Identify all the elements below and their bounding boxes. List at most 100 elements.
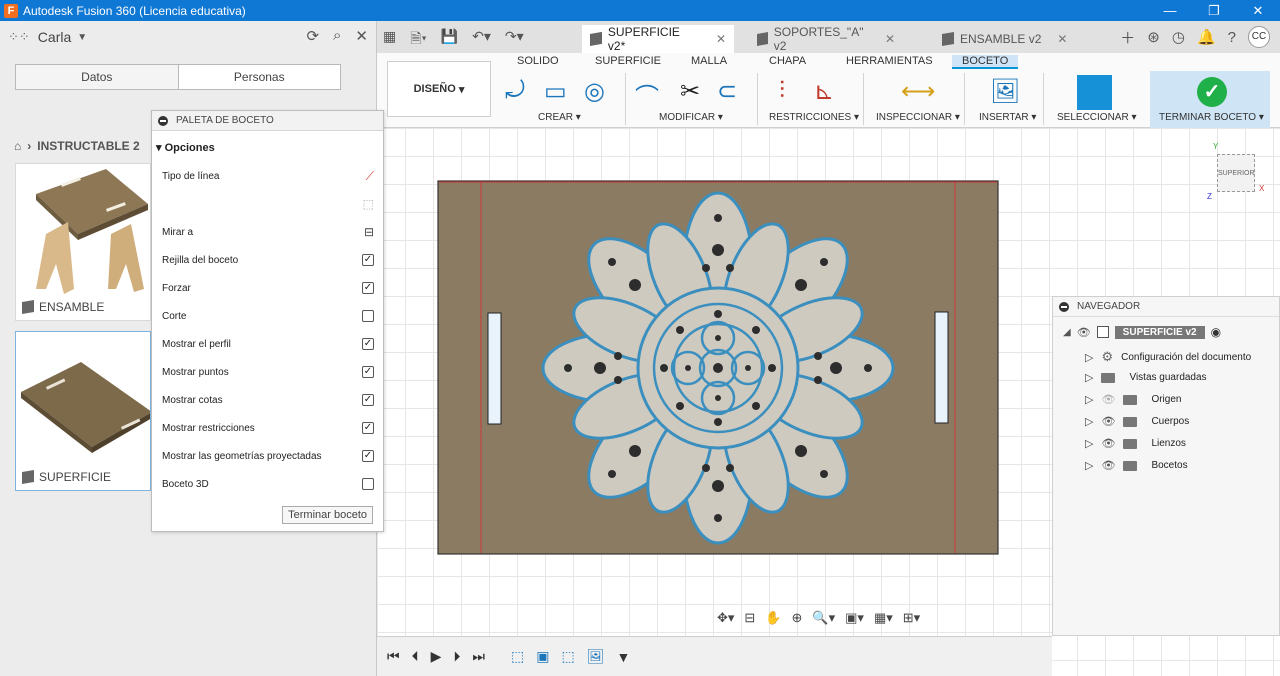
finish-sketch-button[interactable]: Terminar boceto (282, 506, 373, 524)
step-back-icon[interactable]: ⏴ (412, 648, 419, 665)
close-tab-icon[interactable]: ✕ (1057, 32, 1067, 46)
user-name[interactable]: Carla (38, 29, 71, 45)
help-icon[interactable]: ? (1228, 29, 1236, 46)
expand-triangle-icon[interactable]: ▷ (1085, 437, 1093, 450)
visibility-eye-icon[interactable]: 👁 (1101, 415, 1115, 428)
finish-sketch-check-icon[interactable]: ✓ (1197, 77, 1227, 107)
construction-line-icon[interactable]: ⟋ (366, 169, 374, 184)
select-tool-icon[interactable] (1077, 75, 1112, 110)
group-seleccionar[interactable]: SELECCIONAR ▾ (1057, 112, 1137, 123)
chevron-down-icon[interactable]: ▼ (77, 32, 87, 43)
close-icon[interactable]: ✕ (355, 27, 368, 45)
expand-triangle-icon[interactable]: ◢ (1063, 327, 1071, 338)
doc-tab-soportes[interactable]: SOPORTES_"A" v2 ✕ (749, 25, 903, 53)
group-terminar-boceto[interactable]: TERMINAR BOCETO ▾ (1159, 112, 1264, 123)
trim-scissors-icon[interactable]: ✂ (680, 77, 700, 106)
home-icon[interactable]: ⌂ (14, 139, 21, 153)
fit-icon[interactable]: 🔍▾ (812, 610, 835, 626)
expand-triangle-icon[interactable]: ▷ (1085, 371, 1093, 384)
palette-row-geometrias-proyectadas[interactable]: Mostrar las geometrías proyectadas ✓ (162, 447, 374, 465)
navigator-root-label[interactable]: SUPERFICIE v2 (1114, 325, 1205, 339)
doc-tab-superficie[interactable]: SUPERFICIE v2* ✕ (582, 25, 734, 53)
breadcrumb-project[interactable]: INSTRUCTABLE 2 (37, 139, 139, 153)
tab-malla[interactable]: MALLA (691, 55, 727, 67)
close-tab-icon[interactable]: ✕ (885, 32, 895, 46)
visibility-eye-icon[interactable]: 👁 (1101, 437, 1115, 450)
group-restricciones[interactable]: RESTRICCIONES ▾ (769, 112, 859, 123)
checkbox-forzar[interactable]: ✓ (362, 282, 374, 294)
group-inspeccionar[interactable]: INSPECCIONAR ▾ (876, 112, 960, 123)
insert-image-icon[interactable]: 🖼 (990, 77, 1020, 106)
step-forward-icon[interactable]: ⏵ (453, 648, 460, 665)
coincident-constraint-icon[interactable]: ⫶ (779, 77, 785, 105)
navigator-item-configuracion[interactable]: ▷ ⚙ Configuración del documento (1085, 349, 1251, 365)
visibility-eye-icon[interactable]: 👁 (1077, 326, 1091, 339)
tab-solido[interactable]: SOLIDO (517, 55, 559, 67)
timeline-canvas-icon[interactable]: 🖼 (587, 648, 605, 665)
new-tab-icon[interactable]: ＋ (1120, 27, 1135, 48)
palette-row-forzar[interactable]: Forzar ✓ (162, 279, 374, 297)
navigator-root[interactable]: ◢ 👁 SUPERFICIE v2 ◉ (1063, 325, 1221, 339)
group-modificar[interactable]: MODIFICAR ▾ (659, 112, 723, 123)
tab-chapa[interactable]: CHAPA (769, 55, 806, 67)
expand-triangle-icon[interactable]: ▷ (1085, 415, 1093, 428)
tab-superficie[interactable]: SUPERFICIE (595, 55, 661, 67)
timeline-marker-icon[interactable]: ▼ (616, 649, 630, 665)
navigator-item-cuerpos[interactable]: ▷ 👁 Cuerpos (1085, 415, 1189, 428)
group-crear[interactable]: CREAR ▾ (538, 112, 581, 123)
team-icon[interactable]: ⁘⁘ (8, 29, 30, 45)
palette-row-mostrar-puntos[interactable]: Mostrar puntos ✓ (162, 363, 374, 381)
timeline-sketch-icon[interactable]: ⬚ (561, 648, 574, 665)
palette-row-mostrar-restricciones[interactable]: Mostrar restricciones ✓ (162, 419, 374, 437)
go-to-end-icon[interactable]: ⏭ (472, 648, 485, 665)
collapse-icon[interactable] (1059, 301, 1069, 312)
centerline-icon[interactable]: ⬚ (363, 197, 374, 211)
visibility-eye-icon[interactable]: 👁 (1101, 459, 1115, 472)
viewcube-face[interactable]: SUPERIOR (1217, 154, 1255, 192)
search-icon[interactable]: ⌕ (333, 27, 341, 45)
line-tool-icon[interactable]: ⤾ (505, 77, 525, 105)
fillet-tool-icon[interactable]: ⌒ (635, 77, 659, 112)
checkbox-geometrias-proyectadas[interactable]: ✓ (362, 450, 374, 462)
palette-row-mostrar-perfil[interactable]: Mostrar el perfil ✓ (162, 335, 374, 353)
refresh-icon[interactable]: ⟳ (306, 27, 319, 45)
tab-herramientas[interactable]: HERRAMIENTAS (846, 55, 933, 67)
orbit-icon[interactable]: ✥▾ (717, 610, 734, 626)
palette-row-corte[interactable]: Corte (162, 307, 374, 325)
save-icon[interactable]: 💾 (441, 28, 458, 52)
zoom-icon[interactable]: ⊕ (792, 610, 803, 626)
play-icon[interactable]: ▶ (431, 648, 442, 665)
redo-icon[interactable]: ↷▾ (505, 28, 524, 52)
circle-tool-icon[interactable]: ◎ (584, 77, 605, 106)
navigator-item-vistas[interactable]: ▷ Vistas guardadas (1085, 371, 1207, 384)
navigator-item-origen[interactable]: ▷ 👁 Origen (1085, 393, 1181, 406)
navigator-header[interactable]: NAVEGADOR (1053, 297, 1279, 317)
file-card-ensamble[interactable]: ENSAMBLE (15, 163, 151, 321)
checkbox-mostrar-puntos[interactable]: ✓ (362, 366, 374, 378)
look-at-icon[interactable]: ⊟ (364, 225, 374, 239)
navigator-item-bocetos[interactable]: ▷ 👁 Bocetos (1085, 459, 1188, 472)
workspace-switcher[interactable]: DISEÑO ▾ (387, 61, 491, 117)
offset-tool-icon[interactable]: ⊂ (717, 77, 737, 106)
activate-radio-icon[interactable]: ◉ (1211, 325, 1221, 339)
palette-row-centerline[interactable]: ⬚ (162, 195, 374, 213)
palette-row-tipo-de-linea[interactable]: Tipo de línea ⟋ (162, 167, 374, 185)
palette-section-opciones[interactable]: ▾ Opciones (152, 131, 383, 154)
checkbox-boceto-3d[interactable] (362, 478, 374, 490)
viewports-icon[interactable]: ⊞▾ (903, 610, 920, 626)
display-settings-icon[interactable]: ▣▾ (845, 610, 864, 626)
expand-triangle-icon[interactable]: ▷ (1085, 393, 1093, 406)
doc-tab-ensamble[interactable]: ENSAMBLE v2 ✕ (934, 25, 1084, 53)
app-grid-icon[interactable]: ▦ (383, 28, 396, 52)
notifications-icon[interactable]: 🔔 (1197, 28, 1216, 46)
palette-row-boceto-3d[interactable]: Boceto 3D (162, 475, 374, 493)
expand-triangle-icon[interactable]: ▷ (1085, 351, 1093, 364)
close-tab-icon[interactable]: ✕ (716, 32, 726, 46)
checkbox-corte[interactable] (362, 310, 374, 322)
group-insertar[interactable]: INSERTAR ▾ (979, 112, 1036, 123)
timeline-sketch-icon[interactable]: ⬚ (511, 648, 524, 665)
file-card-superficie[interactable]: SUPERFICIE (15, 331, 151, 491)
extensions-icon[interactable]: ⊛ (1147, 28, 1160, 46)
grid-settings-icon[interactable]: ▦▾ (874, 610, 893, 626)
restore-icon[interactable]: ❐ (1192, 0, 1236, 21)
